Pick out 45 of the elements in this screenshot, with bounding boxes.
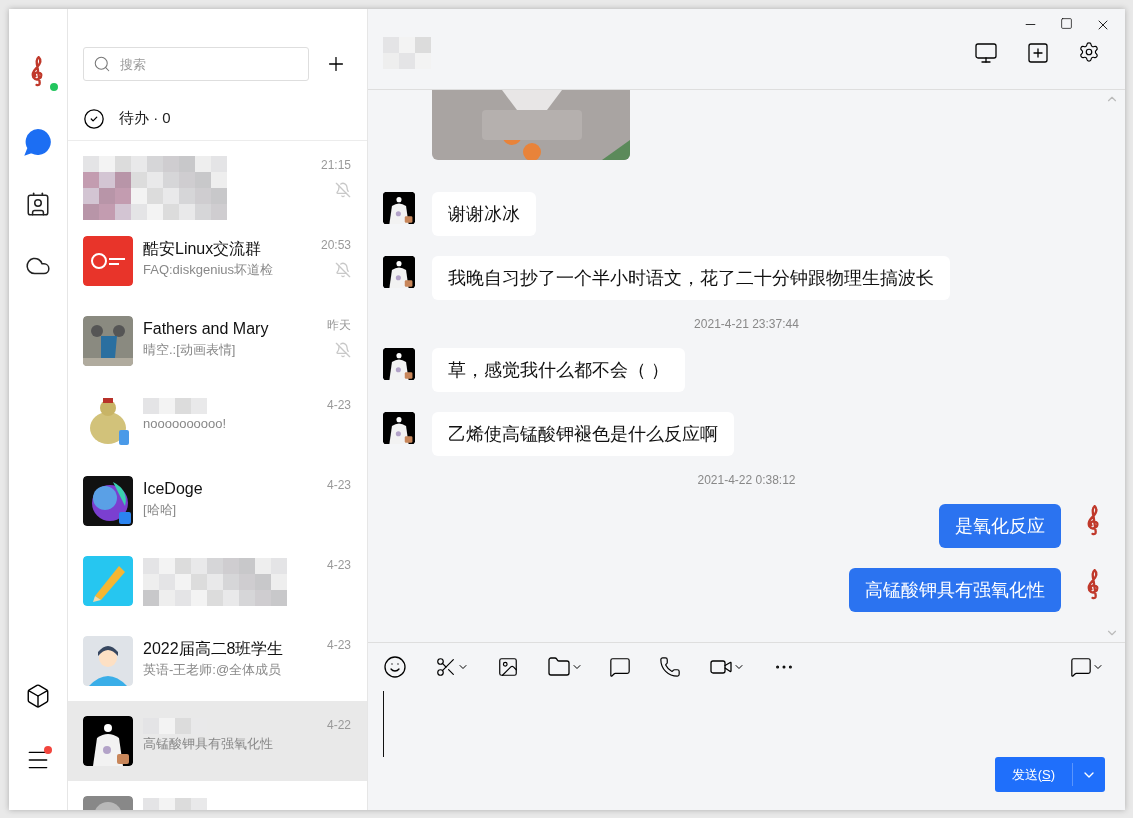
screen-share-icon[interactable] (974, 41, 998, 65)
maximize-icon[interactable] (1060, 17, 1073, 30)
contacts-icon (25, 191, 51, 217)
conversation-name: 2022届高二8班学生 (143, 639, 285, 659)
conversation-name: Fathers and Mary (143, 319, 270, 339)
message-bubble: 谢谢冰冰 (432, 192, 536, 236)
muted-icon (335, 342, 351, 358)
message-bubble: 我晚自习抄了一个半小时语文，花了二十分钟跟物理生搞波长 (432, 256, 950, 300)
message-preview: 高锰酸钾具有强氧化性 (143, 735, 274, 753)
image-icon[interactable] (497, 656, 519, 678)
message-preview: 晴空.:[动画表情] (143, 341, 237, 359)
folder-icon[interactable] (547, 655, 571, 679)
conversation-name: IceDoge (143, 479, 204, 499)
phone-icon[interactable] (659, 656, 681, 678)
message-preview: noooooooooo! (143, 415, 228, 433)
muted-icon (335, 182, 351, 198)
conversation-time: 4-23 (326, 397, 351, 414)
conversation-name: 酷安Linux交流群 (143, 239, 263, 259)
timestamp: 2021-4-21 23:37:44 (694, 316, 799, 333)
conversation-time: 4-23 (326, 557, 351, 574)
settings-icon[interactable] (1078, 41, 1100, 63)
todo-icon (83, 107, 105, 130)
message-bubble: 草，感觉我什么都不会（ ） (432, 348, 685, 392)
emoji-icon[interactable] (383, 655, 407, 679)
conversation-time: 4-22 (326, 717, 351, 734)
message-bubble: 是氧化反应 (939, 504, 1061, 548)
chat-icon (24, 128, 52, 156)
muted-icon (335, 262, 351, 278)
timestamp: 2021-4-22 0:38:12 (697, 472, 796, 489)
conversation-time: 昨天 (327, 317, 351, 334)
scissors-icon[interactable] (435, 656, 457, 678)
message-preview: [哈哈] (143, 501, 178, 519)
add-member-icon[interactable] (1026, 41, 1050, 65)
message-bubble: 乙烯使高锰酸钾褪色是什么反应啊 (432, 412, 734, 456)
message-preview: 英语-王老师:@全体成员 (143, 661, 283, 679)
search-field[interactable]: 搜索 (83, 47, 309, 81)
message-preview: FAQ:diskgenius坏道检 (143, 261, 275, 279)
cube-icon (25, 683, 51, 709)
conversation-time: 4-23 (326, 637, 351, 654)
todo-label[interactable]: 待办 · 0 (119, 107, 171, 130)
conversation-time: 4-23 (326, 477, 351, 494)
search-icon (93, 55, 111, 73)
conversation-time: 20:53 (320, 237, 351, 254)
conversation-time: 21:15 (320, 157, 351, 174)
message-bubble: 高锰酸钾具有强氧化性 (849, 568, 1061, 612)
